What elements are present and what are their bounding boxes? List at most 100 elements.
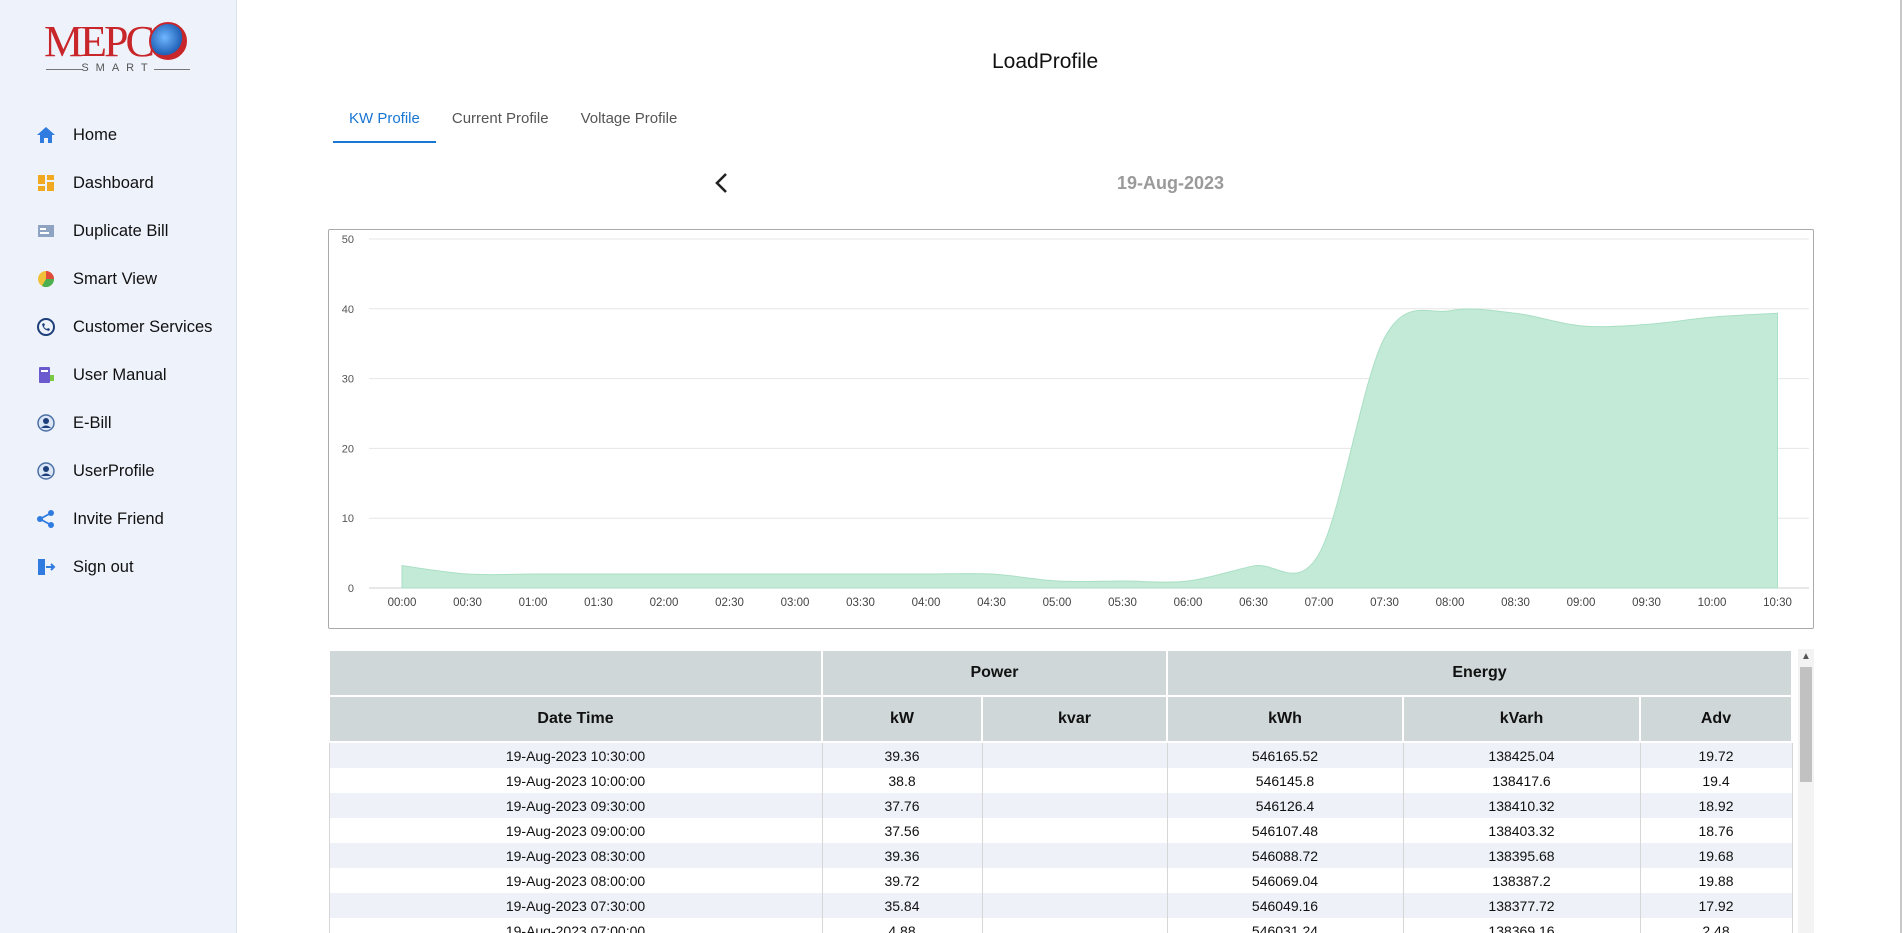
data-point[interactable] <box>1382 335 1388 341</box>
table-cell: 546145.8 <box>1166 768 1404 793</box>
sidebar-item-userprofile[interactable]: UserProfile <box>0 447 236 495</box>
sidebar-item-invite-friend[interactable]: Invite Friend <box>0 495 236 543</box>
data-point[interactable] <box>989 571 995 577</box>
data-point[interactable] <box>1251 563 1257 569</box>
header-power-group: Power <box>821 649 1168 697</box>
sidebar-item-dashboard[interactable]: Dashboard <box>0 159 236 207</box>
data-point[interactable] <box>1185 578 1191 584</box>
y-tick-label: 50 <box>342 234 354 246</box>
scroll-up-icon[interactable]: ▲ <box>1798 649 1814 665</box>
tab-current-profile[interactable]: Current Profile <box>436 104 565 143</box>
table-cell: 17.92 <box>1639 893 1793 918</box>
globe-icon <box>149 22 187 60</box>
tab-voltage-profile[interactable]: Voltage Profile <box>565 104 694 143</box>
table-cell: 138395.68 <box>1402 843 1641 868</box>
sidebar-item-duplicate-bill[interactable]: Duplicate Bill <box>0 207 236 255</box>
table-row[interactable]: 19-Aug-2023 10:00:00 38.8 546145.8 138417.6… <box>328 768 1793 793</box>
share-icon <box>36 509 56 529</box>
y-tick-label: 0 <box>348 583 354 595</box>
scrollbar-thumb[interactable] <box>1800 667 1812 782</box>
table-cell <box>981 893 1168 918</box>
logo-subtitle: SMART <box>46 62 190 74</box>
table-cell: 38.8 <box>821 768 983 793</box>
sidebar-item-label: Sign out <box>73 557 134 576</box>
sidebar-item-sign-out[interactable]: Sign out <box>0 543 236 591</box>
data-point[interactable] <box>530 571 536 577</box>
sidebar-nav: Home Dashboard Duplicate Bill Smart View… <box>0 111 236 591</box>
load-profile-table-container: Power Energy Date Time kW kvar kWh kVarh… <box>328 649 1814 933</box>
table-cell: 18.76 <box>1639 818 1793 843</box>
table-row[interactable]: 19-Aug-2023 07:30:00 35.84 546049.16 138377… <box>328 893 1793 918</box>
tab-kw-profile[interactable]: KW Profile <box>333 104 436 143</box>
kw-profile-chart: 0 10 20 30 40 50 00:00 00:30 01:00 01:30 02:00 02:3… <box>328 229 1814 629</box>
y-tick-label: 10 <box>342 513 354 525</box>
data-point[interactable] <box>1447 308 1453 314</box>
x-tick-label: 09:30 <box>1632 597 1661 609</box>
data-point[interactable] <box>1578 323 1584 329</box>
x-tick-label: 01:30 <box>584 597 613 609</box>
sidebar-item-label: Invite Friend <box>73 509 164 528</box>
header-energy-group: Energy <box>1166 649 1793 697</box>
table-row[interactable]: 19-Aug-2023 08:30:00 39.36 546088.72 138395… <box>328 843 1793 868</box>
table-row[interactable]: 19-Aug-2023 09:30:00 37.76 546126.4 138410.… <box>328 793 1793 818</box>
table-cell: 2.48 <box>1639 918 1793 933</box>
data-point[interactable] <box>792 571 798 577</box>
table-row[interactable]: 19-Aug-2023 09:00:00 37.56 546107.48 138403… <box>328 818 1793 843</box>
data-point[interactable] <box>1316 551 1322 557</box>
chevron-left-icon[interactable] <box>707 168 737 198</box>
data-point[interactable] <box>1054 578 1060 584</box>
table-cell: 138410.32 <box>1402 793 1641 818</box>
table-cell: 19-Aug-2023 09:30:00 <box>328 793 823 818</box>
x-tick-label: 02:30 <box>715 597 744 609</box>
sidebar-item-home[interactable]: Home <box>0 111 236 159</box>
data-point[interactable] <box>1644 321 1650 327</box>
data-point[interactable] <box>923 571 929 577</box>
column-header[interactable]: Adv <box>1639 695 1793 743</box>
table-cell: 19.68 <box>1639 843 1793 868</box>
data-point[interactable] <box>399 563 405 569</box>
data-point[interactable] <box>596 571 602 577</box>
sidebar-item-e-bill[interactable]: E-Bill <box>0 399 236 447</box>
column-header[interactable]: kvar <box>981 695 1168 743</box>
home-icon <box>36 125 56 145</box>
sidebar-item-label: Duplicate Bill <box>73 221 169 240</box>
data-point[interactable] <box>1513 310 1519 316</box>
x-tick-label: 06:30 <box>1239 597 1268 609</box>
y-tick-label: 20 <box>342 443 354 455</box>
data-point[interactable] <box>1709 314 1715 320</box>
table-row[interactable]: 19-Aug-2023 10:30:00 39.36 546165.52 138425… <box>328 742 1793 768</box>
table-cell: 19-Aug-2023 08:00:00 <box>328 868 823 893</box>
data-point[interactable] <box>1775 310 1781 316</box>
table-scrollbar[interactable]: ▲ <box>1798 649 1814 933</box>
data-point[interactable] <box>858 571 864 577</box>
x-tick-label: 10:00 <box>1698 597 1727 609</box>
main-content: LoadProfile KW Profile Current Profile V… <box>237 0 1902 933</box>
table-cell: 37.76 <box>821 793 983 818</box>
data-point[interactable] <box>1120 578 1126 584</box>
phone-icon <box>36 317 56 337</box>
x-tick-label: 00:30 <box>453 597 482 609</box>
table-row[interactable]: 19-Aug-2023 08:00:00 39.72 546069.04 138387… <box>328 868 1793 893</box>
sidebar: MEPCO SMART Home Dashboard Duplicate Bil… <box>0 0 237 933</box>
sidebar-item-user-manual[interactable]: User Manual <box>0 351 236 399</box>
bill-icon <box>36 221 56 241</box>
data-point[interactable] <box>727 571 733 577</box>
date-navigator: 19-Aug-2023 <box>707 168 1267 198</box>
table-cell: 39.36 <box>821 742 983 768</box>
column-header[interactable]: kW <box>821 695 983 743</box>
sidebar-item-smart-view[interactable]: Smart View <box>0 255 236 303</box>
column-header[interactable]: kVarh <box>1402 695 1641 743</box>
table-cell: 19.72 <box>1639 742 1793 768</box>
table-row[interactable]: 19-Aug-2023 07:00:00 4.88 546031.24 138369.… <box>328 918 1793 933</box>
table-cell: 546069.04 <box>1166 868 1404 893</box>
column-header[interactable]: Date Time <box>328 695 823 743</box>
mepco-logo[interactable]: MEPCO SMART <box>42 18 192 78</box>
column-header[interactable]: kWh <box>1166 695 1404 743</box>
header-spacer <box>328 649 823 697</box>
sidebar-item-customer-services[interactable]: Customer Services <box>0 303 236 351</box>
data-point[interactable] <box>465 571 471 577</box>
table-cell: 19-Aug-2023 10:00:00 <box>328 768 823 793</box>
table-cell: 546088.72 <box>1166 843 1404 868</box>
table-cell <box>981 768 1168 793</box>
data-point[interactable] <box>661 571 667 577</box>
